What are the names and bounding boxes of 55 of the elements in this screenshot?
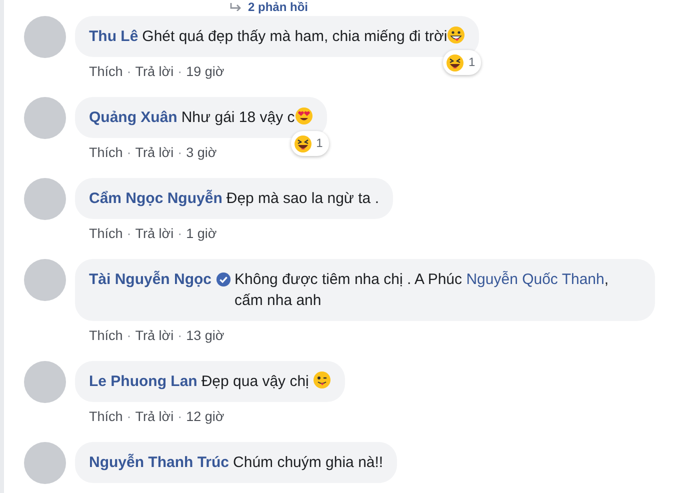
replies-link[interactable]: 2 phản hồi bbox=[248, 0, 308, 14]
emoji-icon bbox=[294, 107, 313, 125]
author-name[interactable]: Cẩm Ngọc Nguyễn bbox=[89, 188, 222, 209]
comment-text: Chúm chuým ghia nà!! bbox=[233, 453, 384, 473]
separator-dot: · bbox=[178, 328, 182, 342]
timestamp: 1 giờ bbox=[186, 226, 217, 240]
reaction-count: 1 bbox=[316, 135, 323, 152]
like-link[interactable]: Thích bbox=[89, 328, 123, 342]
reply-link[interactable]: Trả lời bbox=[135, 64, 174, 78]
separator-dot: · bbox=[126, 144, 132, 160]
author-name[interactable]: Le Phuong Lan bbox=[89, 371, 198, 392]
reply-arrow-icon bbox=[230, 3, 242, 11]
like-link[interactable]: Thích bbox=[89, 226, 123, 240]
comment-text: Không được tiêm nha chị . A Phúc Nguyễn Quốc Thanh, cấm nha anh bbox=[234, 270, 610, 311]
like-link[interactable]: Thích bbox=[89, 408, 123, 424]
reaction-count: 1 bbox=[468, 54, 476, 71]
timestamp: 3 giờ bbox=[186, 144, 217, 160]
author-name[interactable]: Thu Lê bbox=[89, 26, 138, 47]
separator-dot: · bbox=[126, 328, 132, 342]
laughing-emoji-icon bbox=[294, 134, 312, 152]
comment-text: Đẹp qua vậy chị bbox=[201, 371, 332, 392]
mention-link[interactable]: Nguyễn Quốc Thanh bbox=[466, 271, 604, 288]
separator-dot: · bbox=[178, 408, 182, 424]
separator-dot: · bbox=[126, 64, 132, 78]
avatar[interactable] bbox=[24, 259, 66, 301]
author-name[interactable]: Nguyễn Thanh Trúc bbox=[89, 452, 230, 473]
reply-link[interactable]: Trả lời bbox=[135, 408, 174, 424]
comment-text: Đẹp mà sao la ngừ ta . bbox=[226, 189, 379, 209]
like-link[interactable]: Thích bbox=[89, 144, 123, 160]
avatar[interactable] bbox=[24, 16, 66, 58]
separator-dot: · bbox=[178, 64, 182, 78]
avatar[interactable] bbox=[24, 178, 66, 220]
emoji-icon bbox=[447, 26, 466, 44]
reply-link[interactable]: Trả lời bbox=[135, 328, 174, 342]
separator-dot: · bbox=[178, 144, 182, 160]
reply-link[interactable]: Trả lời bbox=[135, 226, 174, 240]
timestamp: 19 giờ bbox=[186, 64, 224, 78]
reaction-badge[interactable]: 1 bbox=[443, 50, 482, 75]
avatar[interactable] bbox=[24, 442, 66, 484]
avatar[interactable] bbox=[24, 97, 66, 139]
author-name[interactable]: Quảng Xuân bbox=[89, 107, 178, 128]
separator-dot: · bbox=[178, 226, 182, 240]
separator-dot: · bbox=[126, 226, 132, 240]
avatar[interactable] bbox=[24, 361, 66, 403]
laughing-emoji-icon bbox=[446, 54, 464, 72]
comment-text: Ghét quá đẹp thấy mà ham, chia miếng đi trời bbox=[142, 26, 466, 47]
reaction-badge[interactable]: 1 bbox=[291, 131, 329, 156]
emoji-icon bbox=[313, 371, 332, 389]
timestamp: 12 giờ bbox=[186, 408, 224, 424]
reply-link[interactable]: Trả lời bbox=[135, 144, 174, 160]
author-name[interactable]: Tài Nguyễn Ngọc bbox=[89, 269, 212, 290]
like-link[interactable]: Thích bbox=[89, 64, 123, 78]
comment-text: Như gái 18 vậy c bbox=[181, 107, 313, 128]
timestamp: 13 giờ bbox=[186, 328, 224, 342]
separator-dot: · bbox=[126, 408, 132, 424]
